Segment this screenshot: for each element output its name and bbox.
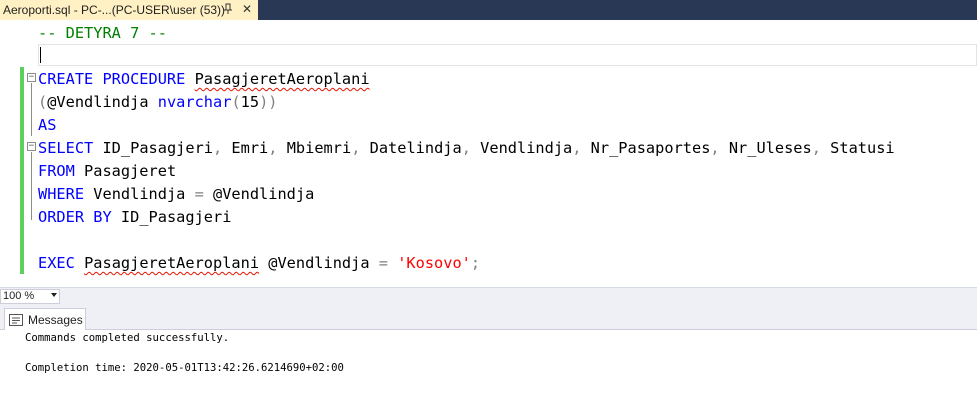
code-token: ID_Pasagjeri (93, 139, 213, 157)
code-token: PasagjeretAeroplani (84, 254, 260, 272)
code-line[interactable]: ​ (38, 45, 895, 68)
code-token: , (811, 139, 821, 157)
editor-margin (0, 20, 20, 287)
code-token: , (710, 139, 720, 157)
results-tab-strip: Messages (0, 305, 977, 330)
code-token: , (268, 139, 278, 157)
code-line[interactable]: FROM Pasagjeret (38, 160, 895, 183)
code-token: ( (231, 93, 241, 111)
message-line: Commands completed successfully. (25, 332, 230, 344)
code-token: 'Kosovo' (397, 254, 471, 272)
code-token: Nr_Pasaportes (581, 139, 711, 157)
code-line[interactable]: WHERE Vendlindja = @Vendlindja (38, 183, 895, 206)
code-token: nvarchar (157, 93, 232, 111)
code-token: ; (470, 254, 481, 272)
messages-pane[interactable]: Commands completed successfully. Complet… (0, 330, 977, 401)
code-token: ORDER BY (38, 208, 112, 226)
fold-guide (31, 152, 32, 220)
code-token: , (213, 139, 223, 157)
tab-messages-label: Messages (28, 312, 83, 327)
code-token: @Vendlindja (203, 185, 315, 203)
code-token: Vendlindja (84, 185, 195, 203)
code-token: ID_Pasagjeri (111, 208, 232, 226)
fold-guide (31, 83, 32, 136)
code-token: @Vendlindja (47, 93, 149, 111)
code-token: Vendlindja (470, 139, 573, 157)
code-line[interactable]: (@Vendlindja nvarchar(15)) (38, 91, 895, 114)
code-token: SELECT (38, 139, 94, 157)
code-token: Datelindja (360, 139, 462, 157)
code-token: WHERE (38, 185, 85, 203)
code-token: @Vendlindja (259, 254, 379, 272)
code-token: ( (38, 93, 48, 111)
change-tracking-bar (20, 67, 24, 274)
code-token: AS (38, 116, 57, 134)
code-token: Emri (222, 139, 269, 157)
code-token: = (378, 254, 388, 272)
code-token: Statusi (820, 139, 895, 157)
code-token: FROM (38, 162, 75, 180)
code-text[interactable]: -- DETYRA 7 --​CREATE PROCEDURE Pasagjer… (38, 22, 895, 275)
code-line[interactable]: ​ (38, 229, 895, 252)
fold-toggle-procedure[interactable]: − (27, 73, 36, 82)
code-line[interactable]: AS (38, 114, 895, 137)
code-token: PasagjeretAeroplani (194, 70, 370, 88)
close-icon[interactable]: ✕ (242, 2, 252, 16)
code-token: 15 (240, 93, 260, 111)
query-editor[interactable]: − − -- DETYRA 7 --​CREATE PROCEDURE Pasa… (0, 20, 977, 287)
code-line[interactable]: SELECT ID_Pasagjeri, Emri, Mbiemri, Date… (38, 137, 895, 160)
fold-toggle-select[interactable]: − (27, 142, 36, 151)
code-token: EXEC (38, 254, 75, 272)
document-tab[interactable]: Aeroporti.sql - PC-...(PC-USER\user (53)… (0, 0, 258, 20)
document-tab-title: Aeroporti.sql - PC-...(PC-USER\user (53)… (3, 3, 226, 17)
code-line[interactable]: ORDER BY ID_Pasagjeri (38, 206, 895, 229)
tab-messages[interactable]: Messages (4, 308, 86, 330)
code-token: Mbiemri (277, 139, 352, 157)
message-line: Completion time: 2020-05-01T13:42:26.621… (25, 362, 344, 374)
code-token: )) (259, 93, 278, 111)
zoom-level-value: 100 % (3, 290, 35, 302)
document-tab-strip: Aeroporti.sql - PC-...(PC-USER\user (53)… (0, 0, 977, 20)
editor-status-strip: 100 % (0, 287, 977, 305)
pin-icon[interactable] (222, 2, 234, 16)
code-token: CREATE PROCEDURE (38, 70, 186, 88)
horizontal-scrollbar[interactable] (62, 289, 977, 304)
code-line[interactable]: -- DETYRA 7 -- (38, 22, 895, 45)
code-token: = (194, 185, 204, 203)
code-token: Pasagjeret (74, 162, 177, 180)
code-token: , (461, 139, 471, 157)
code-token: Nr_Uleses (719, 139, 812, 157)
messages-icon (9, 313, 23, 326)
code-line[interactable]: CREATE PROCEDURE PasagjeretAeroplani (38, 68, 895, 91)
code-line[interactable]: EXEC PasagjeretAeroplani @Vendlindja = '… (38, 252, 895, 275)
code-token: -- DETYRA 7 -- (38, 24, 167, 42)
zoom-level-select[interactable]: 100 % (0, 289, 60, 304)
chevron-down-icon[interactable] (51, 293, 57, 297)
